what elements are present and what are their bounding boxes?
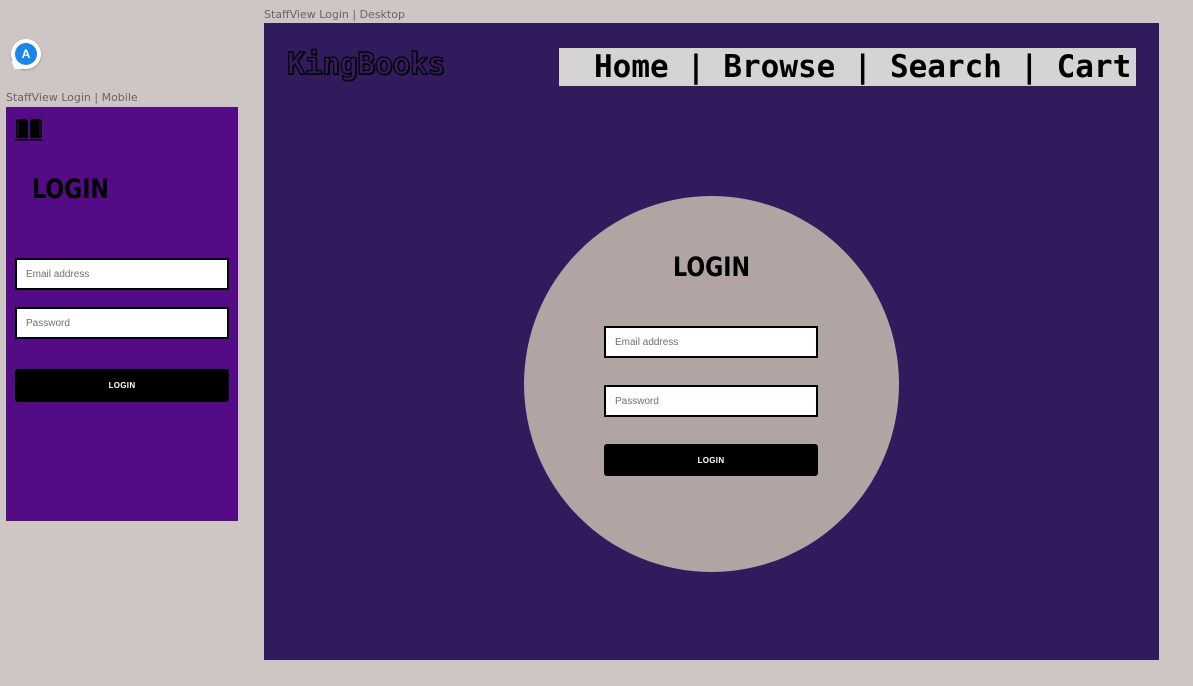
login-heading: LOGIN [32,174,110,205]
password-field[interactable] [15,307,229,339]
nav-home-link[interactable]: Home [594,49,669,85]
desktop-frame-caption: StaffView Login | Desktop [264,8,405,21]
login-button[interactable]: LOGIN [15,369,229,402]
nav-search-link[interactable]: Search [890,49,1002,85]
login-panel: LOGIN LOGIN [524,196,899,572]
nav-browse-link[interactable]: Browse [723,49,835,85]
brand-logo[interactable]: KingBooks [286,46,446,82]
book-icon [15,119,43,141]
nav-separator: | [853,49,872,85]
nav-cart-link[interactable]: Cart [1057,49,1132,85]
user-avatar[interactable]: A [11,39,41,69]
avatar-initial: A [15,43,37,65]
mobile-login-frame: LOGIN LOGIN [6,107,238,521]
email-field[interactable] [15,258,229,290]
password-field[interactable] [604,385,818,417]
email-field[interactable] [604,326,818,358]
nav-separator: | [1019,49,1039,85]
desktop-login-frame: KingBooks Home | Browse | Search | Cart … [264,23,1159,660]
top-navigation: Home | Browse | Search | Cart [559,48,1136,86]
mobile-frame-caption: StaffView Login | Mobile [6,91,138,104]
login-button[interactable]: LOGIN [604,444,818,476]
nav-separator: | [686,49,706,85]
login-heading: LOGIN [673,252,751,283]
